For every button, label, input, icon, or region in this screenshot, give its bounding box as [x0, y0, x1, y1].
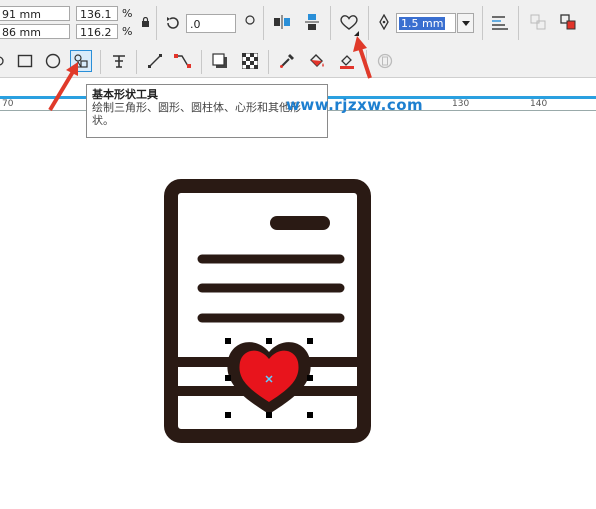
selection-handle[interactable]: [307, 375, 313, 381]
transparency-tool-icon[interactable]: [239, 51, 261, 71]
pen-nib-icon: [376, 13, 392, 31]
selection-handle[interactable]: [225, 412, 231, 418]
document-drawing[interactable]: [160, 176, 380, 446]
outline-width-value: 1.5 mm: [399, 17, 446, 30]
lock-icon[interactable]: [139, 16, 151, 28]
combine-icon[interactable]: [558, 12, 578, 32]
mirror-v-icon[interactable]: [302, 12, 322, 32]
property-bar: 91 mm 86 mm 136.1 116.2 % % .0 1.5 mm: [0, 0, 596, 47]
selection-handle[interactable]: [266, 338, 272, 344]
watermark: www.rjzxw.com: [286, 96, 424, 114]
annotation-arrow-icon: [48, 62, 78, 112]
selection-handle[interactable]: [266, 412, 272, 418]
ruler-tick-70: 70: [2, 99, 14, 109]
separator: [136, 50, 137, 74]
selection-handle[interactable]: [307, 338, 313, 344]
line-tool-icon[interactable]: [144, 51, 166, 71]
position-x-field[interactable]: 91 mm: [0, 6, 70, 21]
separator: [263, 6, 264, 40]
outline-width-select[interactable]: 1.5 mm: [396, 13, 456, 33]
mirror-h-icon[interactable]: [272, 12, 292, 32]
separator: [482, 6, 483, 40]
position-y-field[interactable]: 86 mm: [0, 24, 70, 39]
separator: [268, 50, 269, 74]
rotate-icon: [164, 14, 182, 32]
scale-height-field[interactable]: 116.2: [76, 24, 118, 39]
selection-handle[interactable]: [225, 338, 231, 344]
group-disabled-icon: [528, 12, 548, 32]
separator: [518, 6, 519, 40]
rectangle-tool-icon[interactable]: [14, 51, 36, 71]
ruler-tick-140: 140: [530, 99, 548, 109]
separator: [100, 50, 101, 74]
align-icon[interactable]: [490, 12, 510, 32]
rotation-center-icon: [244, 14, 256, 26]
selection-handle[interactable]: [225, 375, 231, 381]
fill-tool-icon[interactable]: [306, 51, 328, 71]
connector-tool-icon[interactable]: [172, 51, 194, 71]
separator: [156, 6, 157, 40]
dropdown-icon[interactable]: [457, 13, 474, 33]
partial-tool-icon[interactable]: [0, 52, 8, 70]
toolbox-row: [0, 46, 596, 78]
separator: [201, 50, 202, 74]
eyedropper-tool-icon[interactable]: [276, 51, 298, 71]
ruler-tick-130: 130: [452, 99, 470, 109]
annotation-arrow-icon: [353, 36, 372, 79]
scale-width-field[interactable]: 136.1: [76, 6, 118, 21]
selection-handle[interactable]: [307, 412, 313, 418]
rotation-angle-field[interactable]: .0: [186, 14, 236, 33]
separator: [330, 6, 331, 40]
percent-label-w: %: [122, 7, 133, 20]
percent-label-h: %: [122, 25, 133, 38]
shadow-tool-icon[interactable]: [209, 51, 231, 71]
text-tool-icon[interactable]: [108, 51, 130, 71]
